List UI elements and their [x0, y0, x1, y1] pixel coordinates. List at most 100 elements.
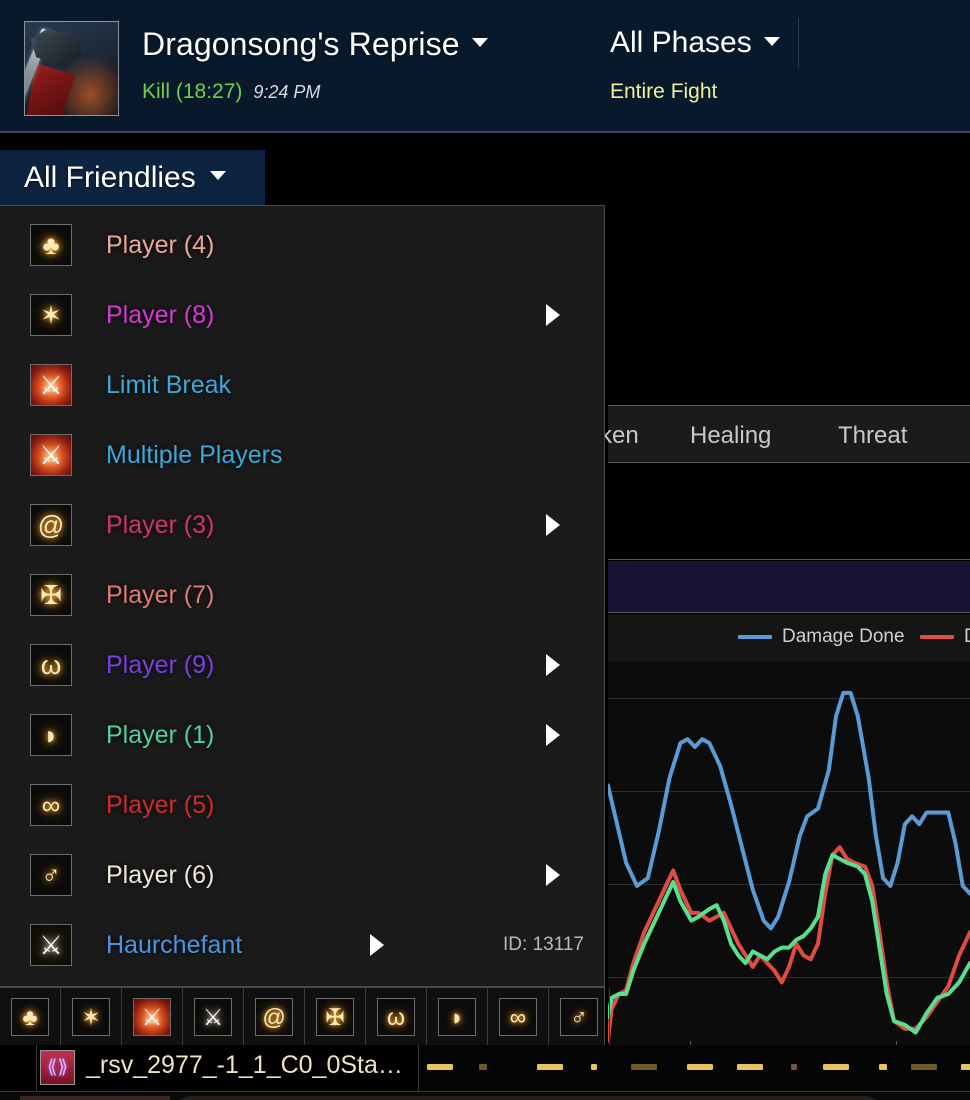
job-icon-reaper: ✠ — [316, 998, 354, 1036]
chevron-down-icon — [209, 171, 226, 180]
menu-item-limit-break[interactable]: ⚔ Limit Break — [0, 350, 604, 420]
toolbar-icon-cell[interactable]: ♣ — [0, 988, 61, 1046]
tab-healing[interactable]: Healing — [690, 422, 771, 450]
buff-segment — [737, 1064, 763, 1070]
icon-glyph: ◗ — [450, 1003, 464, 1030]
icon-glyph: @ — [37, 510, 65, 540]
toolbar-icon-cell[interactable]: ⚔ — [122, 988, 183, 1046]
menu-item-id: ID: 13117 — [503, 934, 584, 955]
job-icon-whitemage: ♂ — [30, 854, 72, 896]
legend-swatch — [738, 635, 772, 639]
icon-glyph: ✠ — [40, 580, 62, 610]
toolbar-icon-cell[interactable]: ✶ — [61, 988, 122, 1046]
friendlies-icon-toolbar[interactable]: ♣ ✶ ⚔ ⚔ @ ✠ ω ◗ ∞ ♂ — [0, 987, 610, 1047]
buff-track[interactable] — [419, 1045, 970, 1091]
all-friendlies-label: All Friendlies — [24, 160, 196, 194]
tab-threat[interactable]: Threat — [838, 422, 907, 450]
icon-glyph: ⚔ — [202, 1003, 224, 1030]
menu-item-player-7[interactable]: ✠ Player (7) — [0, 560, 604, 630]
buff-name: _rsv_2977_-1_1_C0_0Sta… — [86, 1051, 403, 1079]
job-icon-whitemage: ♂ — [560, 998, 598, 1036]
toolbar-icon-cell[interactable]: ♂ — [549, 988, 610, 1046]
submenu-arrow-icon[interactable] — [546, 724, 560, 746]
fight-thumbnail — [24, 21, 119, 116]
app-root: Dragonsong's Reprise Kill (18:27) 9:24 PM… — [0, 0, 970, 1100]
legend-item[interactable]: Damage Done — [738, 626, 905, 648]
buff-row-gutter — [0, 1045, 37, 1091]
job-icon-machinist: ∞ — [30, 784, 72, 826]
legend-item[interactable]: D — [920, 626, 970, 648]
job-icon-reaper: ✠ — [30, 574, 72, 616]
job-icon-monk: @ — [255, 998, 293, 1036]
icon-glyph: ♣ — [22, 1003, 38, 1030]
selected-row[interactable] — [608, 561, 970, 613]
toolbar-icon-cell[interactable]: ◗ — [427, 988, 488, 1046]
menu-item-label: Player (3) — [106, 510, 215, 539]
multiple-players-icon: ⚔ — [30, 434, 72, 476]
menu-item-label: Player (8) — [106, 300, 215, 329]
fight-title-dropdown[interactable]: Dragonsong's Reprise — [142, 26, 488, 63]
icon-glyph: ♣ — [42, 230, 60, 260]
all-friendlies-dropdown-button[interactable]: All Friendlies — [0, 150, 265, 205]
icon-glyph: ⚔ — [39, 440, 63, 470]
header-divider — [798, 18, 799, 68]
submenu-arrow-icon[interactable] — [546, 654, 560, 676]
buff-segment — [591, 1064, 597, 1070]
submenu-arrow-icon[interactable] — [546, 514, 560, 536]
icon-glyph: ω — [40, 650, 62, 680]
icon-glyph: ✶ — [40, 300, 62, 330]
menu-item-player-9[interactable]: ω Player (9) — [0, 630, 604, 700]
submenu-arrow-icon[interactable] — [546, 304, 560, 326]
legend-swatch — [920, 635, 954, 639]
buff-segment — [823, 1064, 849, 1070]
icon-glyph: @ — [262, 1003, 286, 1030]
bottom-tooltip-shape — [178, 1096, 878, 1100]
legend-label: Damage Done — [782, 626, 905, 647]
menu-item-label: Player (6) — [106, 860, 215, 889]
menu-item-player-3[interactable]: @ Player (3) — [0, 490, 604, 560]
phase-dropdown[interactable]: All Phases — [610, 26, 780, 60]
job-icon-monk: @ — [30, 504, 72, 546]
job-icon-summoner: ω — [377, 998, 415, 1036]
buff-timeline-row: ⟪⟫ _rsv_2977_-1_1_C0_0Sta… — [0, 1045, 970, 1091]
menu-item-player-6[interactable]: ♂ Player (6) — [0, 840, 604, 910]
toolbar-icon-cell[interactable]: @ — [244, 988, 305, 1046]
submenu-arrow-icon[interactable] — [370, 934, 384, 956]
timeline-chart[interactable] — [608, 662, 970, 1048]
menu-item-player-5[interactable]: ∞ Player (5) — [0, 770, 604, 840]
toolbar-icon-cell[interactable]: ∞ — [488, 988, 549, 1046]
job-icon-paladin: ♣ — [30, 224, 72, 266]
npc-swords-icon: ⚔ — [194, 998, 232, 1036]
buff-icon[interactable]: ⟪⟫ — [40, 1050, 75, 1085]
menu-item-label: Haurchefant — [106, 930, 243, 959]
menu-item-haurchefant[interactable]: ⚔ Haurchefant ID: 13117 — [0, 910, 604, 980]
fight-result: Kill (18:27) — [142, 80, 243, 103]
menu-item-player-4[interactable]: ♣ Player (4) — [0, 210, 604, 280]
tab-ken[interactable]: ken — [600, 422, 639, 450]
menu-item-label: Player (9) — [106, 650, 215, 679]
friendlies-dropdown-menu[interactable]: ♣ Player (4) ✶ Player (8) ⚔ Limit Break ⚔ Multi… — [0, 205, 605, 987]
toolbar-icon-cell[interactable]: ⚔ — [183, 988, 244, 1046]
phase-title: All Phases — [610, 26, 752, 59]
buff-segment — [687, 1064, 713, 1070]
limit-break-icon: ⚔ — [30, 364, 72, 406]
icon-glyph: ∞ — [41, 790, 61, 820]
buff-segment — [631, 1064, 657, 1070]
icon-glyph: ⚔ — [141, 1003, 163, 1030]
icon-glyph: ∞ — [509, 1003, 527, 1030]
menu-item-player-1[interactable]: ◗ Player (1) — [0, 700, 604, 770]
buff-segment — [537, 1064, 563, 1070]
fight-title: Dragonsong's Reprise — [142, 26, 460, 62]
chart-plot-area — [608, 662, 970, 1048]
bottom-thumb — [20, 1096, 170, 1100]
menu-item-multiple-players[interactable]: ⚔ Multiple Players — [0, 420, 604, 490]
menu-item-player-8[interactable]: ✶ Player (8) — [0, 280, 604, 350]
analysis-tabs: ken Healing Threat — [600, 405, 970, 463]
job-icon-bard: ◗ — [438, 998, 476, 1036]
submenu-arrow-icon[interactable] — [546, 864, 560, 886]
toolbar-icon-cell[interactable]: ✠ — [305, 988, 366, 1046]
icon-glyph: ⚔ — [39, 370, 63, 400]
menu-item-label: Player (4) — [106, 230, 215, 259]
menu-item-label: Player (1) — [106, 720, 215, 749]
toolbar-icon-cell[interactable]: ω — [366, 988, 427, 1046]
